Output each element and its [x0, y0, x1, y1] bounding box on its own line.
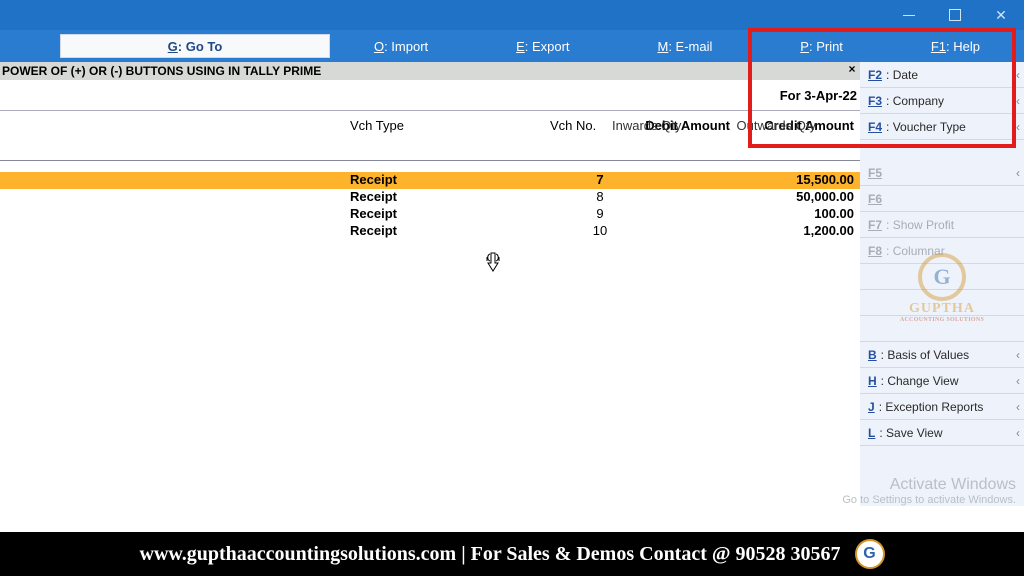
basis-of-values-button[interactable]: B: Basis of Values: [860, 342, 1024, 368]
f6-button: F6: [860, 186, 1024, 212]
menu-help[interactable]: F1: Help: [931, 39, 980, 54]
date-label: For 3-Apr-22: [745, 84, 857, 108]
f3-company-button[interactable]: F3: Company: [860, 88, 1024, 114]
divider: [0, 160, 860, 161]
panel-close-icon[interactable]: ×: [844, 62, 860, 80]
save-view-button[interactable]: L: Save View: [860, 420, 1024, 446]
f8-columnar-button: F8: Columnar: [860, 238, 1024, 264]
goto-label: : Go To: [178, 39, 223, 54]
col-vch-type: Vch Type: [350, 118, 404, 133]
divider: [0, 110, 860, 111]
f2-date-button[interactable]: F2: Date: [860, 62, 1024, 88]
goto-button[interactable]: G: Go To: [60, 34, 330, 58]
report-title: POWER OF (+) OR (-) BUTTONS USING IN TAL…: [0, 62, 860, 80]
menu-export[interactable]: E: Export: [516, 39, 569, 54]
cell-credit: 15,500.00: [734, 172, 854, 187]
function-key-panel: F2: Date F3: Company F4: Voucher Type F5…: [860, 62, 1024, 506]
window-titlebar: [0, 0, 1024, 30]
cell-vch-type: Receipt: [350, 206, 397, 221]
f-blank: [860, 264, 1024, 290]
cell-credit: 100.00: [734, 206, 854, 221]
col-inwards-qty: Inwards Qty: [612, 118, 681, 133]
change-view-button[interactable]: H: Change View: [860, 368, 1024, 394]
exception-reports-button[interactable]: J: Exception Reports: [860, 394, 1024, 420]
cell-credit: 50,000.00: [734, 189, 854, 204]
table-row[interactable]: Receipt 9 100.00: [0, 206, 860, 223]
column-header-row: Vch Type Vch No. Debit Amount Credit Amo…: [0, 118, 860, 154]
footer-bar: www.gupthaaccountingsolutions.com | For …: [0, 532, 1024, 576]
voucher-list: Receipt 7 15,500.00 Receipt 8 50,000.00 …: [0, 172, 860, 240]
window-close-button[interactable]: [978, 0, 1024, 30]
cell-vch-no: 10: [580, 223, 620, 238]
col-vch-no: Vch No.: [550, 118, 596, 133]
cell-vch-type: Receipt: [350, 172, 397, 187]
table-row[interactable]: Receipt 8 50,000.00: [0, 189, 860, 206]
footer-logo-icon: G: [855, 539, 885, 569]
f-blank: [860, 316, 1024, 342]
f7-show-profit-button: F7: Show Profit: [860, 212, 1024, 238]
menu-email[interactable]: M: E-mail: [657, 39, 712, 54]
cell-vch-type: Receipt: [350, 223, 397, 238]
spacer: [860, 140, 1024, 160]
table-row[interactable]: Receipt 7 15,500.00: [0, 172, 860, 189]
f4-voucher-type-button[interactable]: F4: Voucher Type: [860, 114, 1024, 140]
f5-button: F5: [860, 160, 1024, 186]
cursor-icon: [485, 252, 501, 272]
goto-key: G: [168, 39, 178, 54]
table-row[interactable]: Receipt 10 1,200.00: [0, 223, 860, 240]
cell-credit: 1,200.00: [734, 223, 854, 238]
cell-vch-type: Receipt: [350, 189, 397, 204]
footer-text: www.gupthaaccountingsolutions.com | For …: [140, 543, 841, 566]
main-menu-bar: G: Go To O: Import E: Export M: E-mail P…: [0, 30, 1024, 62]
window-maximize-button[interactable]: [932, 0, 978, 30]
menu-print[interactable]: P: Print: [800, 39, 843, 54]
cell-vch-no: 8: [580, 189, 620, 204]
cell-vch-no: 7: [580, 172, 620, 187]
f-blank: [860, 290, 1024, 316]
col-outwards-qty: Outwards Qty: [737, 118, 816, 133]
cell-vch-no: 9: [580, 206, 620, 221]
menu-import[interactable]: O: Import: [374, 39, 428, 54]
window-minimize-button[interactable]: [886, 0, 932, 30]
